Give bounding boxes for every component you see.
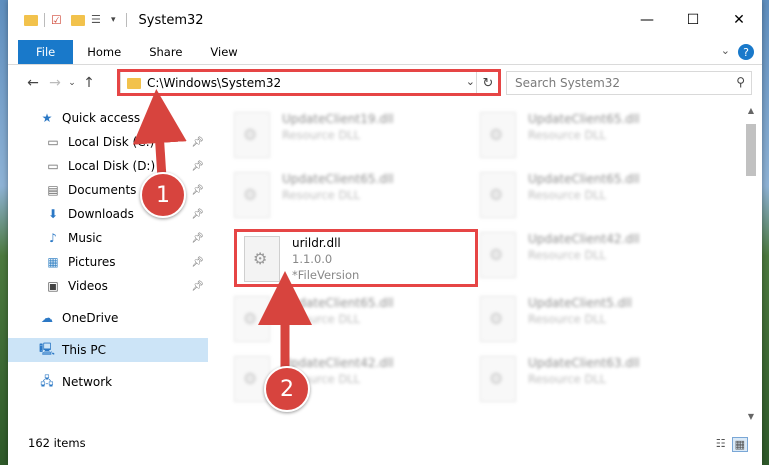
step-badge-2: 2 (264, 366, 310, 412)
arrow-to-address-bar (132, 89, 187, 179)
step-badge-1: 1 (140, 172, 186, 218)
annotation-arrows (132, 89, 312, 372)
